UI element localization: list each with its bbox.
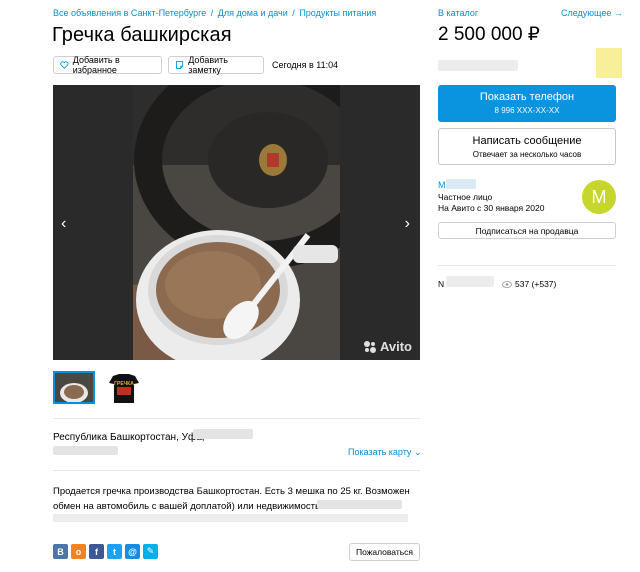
share-buttons: В o f t @ ✎ [53, 544, 158, 559]
page-title: Гречка башкирская [52, 24, 232, 46]
breadcrumb-separator: / [292, 8, 295, 18]
thumbnail-2[interactable]: ГРЕЧКА [103, 371, 145, 404]
report-button[interactable]: Пожаловаться [349, 543, 420, 561]
eye-icon [502, 280, 512, 288]
divider [438, 265, 616, 266]
redacted-address [193, 429, 253, 439]
subscribe-seller-button[interactable]: Подписаться на продавца [438, 222, 616, 239]
avito-watermark: Avito [363, 339, 412, 354]
breadcrumb-item-food[interactable]: Продукты питания [299, 8, 376, 18]
twitter-icon[interactable]: t [107, 544, 122, 559]
next-photo-button[interactable]: › [405, 215, 410, 233]
response-time: Отвечает за несколько часов [472, 150, 582, 159]
add-to-favorites-button[interactable]: Добавить в избранное [53, 55, 162, 75]
watermark-text: Avito [379, 339, 412, 354]
prev-photo-button[interactable]: ‹ [61, 215, 66, 233]
catalog-link[interactable]: В каталог [438, 8, 478, 18]
add-note-button[interactable]: Добавить заметку [168, 55, 264, 75]
description: Продается гречка производства Башкортост… [53, 486, 410, 512]
view-count: 537 (+537) [502, 279, 556, 289]
thumbnail-strip: ГРЕЧКА [53, 371, 145, 404]
phone-number-masked: 8 996 XXX-XX-XX [494, 106, 560, 115]
breadcrumb-item-home[interactable]: Для дома и дачи [218, 8, 288, 18]
photo-gallery[interactable]: ‹ › Avito [53, 85, 420, 360]
send-message-label: Написать сообщение [472, 135, 582, 147]
send-message-button[interactable]: Написать сообщение Отвечает за несколько… [438, 128, 616, 165]
livejournal-icon[interactable]: ✎ [143, 544, 158, 559]
address: Республика Башкортостан, Уфа, [53, 432, 205, 443]
main-photo-image [133, 85, 340, 360]
chevron-down-icon: ⌄ [413, 447, 422, 457]
redacted-seller-name [446, 179, 476, 189]
breadcrumb-separator: / [210, 8, 214, 18]
show-phone-label: Показать телефон [479, 91, 575, 103]
vk-icon[interactable]: В [53, 544, 68, 559]
price: 2 500 000 ₽ [438, 24, 540, 45]
thumbnail-1[interactable] [53, 371, 95, 404]
thumbnail-1-image [55, 373, 93, 402]
heart-icon [60, 61, 69, 69]
next-listing-link[interactable]: Следующее → [561, 8, 623, 18]
seller-type: Частное лицо [438, 192, 493, 202]
avito-logo-icon [363, 340, 376, 353]
divider [53, 418, 420, 419]
breadcrumb-item-all-ads[interactable]: Все объявления в Санкт-Петербурге [53, 8, 206, 18]
odnoklassniki-icon[interactable]: o [71, 544, 86, 559]
show-map-link[interactable]: Показать карту ⌄ [348, 447, 422, 458]
add-to-favorites-label: Добавить в избранное [72, 55, 120, 75]
redacted-description [317, 500, 402, 509]
listing-number-prefix: N [438, 279, 445, 289]
view-count-text: 537 (+537) [515, 279, 557, 289]
facebook-icon[interactable]: f [89, 544, 104, 559]
posted-time: Сегодня в 11:04 [272, 60, 339, 70]
seller-name-link[interactable]: М [438, 180, 446, 190]
address-text: Республика Башкортостан, Уфа, [53, 432, 205, 443]
thumbnail-2-caption: ГРЕЧКА [114, 381, 134, 387]
add-note-label: Добавить заметку [188, 55, 228, 75]
divider [53, 470, 420, 471]
avatar[interactable]: M [582, 180, 616, 214]
redacted-price-note [438, 60, 518, 71]
redacted-description-line [53, 514, 408, 522]
note-icon [176, 61, 184, 69]
thumbnail-2-image: ГРЕЧКА [103, 371, 145, 404]
redacted-badge [596, 48, 622, 78]
show-phone-button[interactable]: Показать телефон 8 996 XXX-XX-XX [438, 85, 616, 122]
main-photo[interactable] [133, 85, 340, 360]
breadcrumb: Все объявления в Санкт-Петербурге / Для … [53, 8, 376, 18]
mail-icon[interactable]: @ [125, 544, 140, 559]
seller-since: На Авито с 30 января 2020 [438, 203, 545, 213]
show-map-label: Показать карту [348, 447, 412, 457]
redacted-listing-number [446, 276, 494, 287]
redacted-address-line [53, 446, 118, 455]
